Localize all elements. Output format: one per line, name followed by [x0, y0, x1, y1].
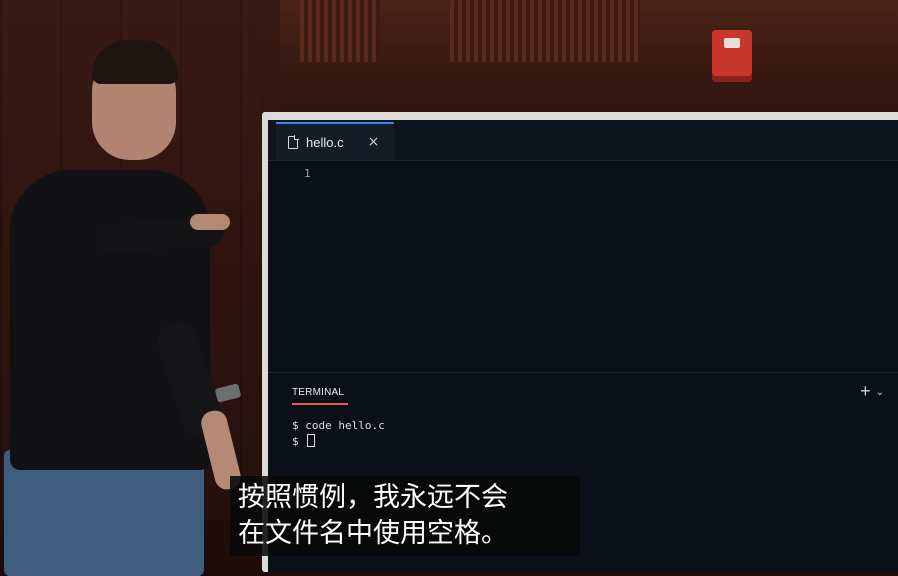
terminal-actions: + ⌄	[860, 381, 884, 402]
active-tab-indicator	[292, 403, 348, 405]
code-editor[interactable]: 1	[268, 161, 898, 371]
editor-tab-bar: hello.c ×	[268, 120, 898, 161]
subtitle-line: 在文件名中使用空格。	[238, 518, 508, 549]
add-terminal-icon[interactable]: +	[860, 381, 871, 401]
terminal-line: $ code hello.c	[292, 419, 385, 432]
line-number: 1	[304, 167, 311, 180]
tab-hello-c[interactable]: hello.c ×	[276, 122, 394, 160]
tab-label: hello.c	[306, 134, 344, 150]
tab-terminal[interactable]: TERMINAL	[292, 387, 344, 398]
watch-icon	[214, 383, 242, 403]
close-icon[interactable]: ×	[368, 134, 380, 150]
terminal-prompt[interactable]: $	[292, 434, 316, 448]
fire-alarm-icon	[712, 30, 752, 82]
wall-vent	[300, 0, 380, 62]
presenter-hand	[190, 214, 230, 230]
subtitle-line: 按照惯例，我永远不会	[238, 482, 508, 513]
terminal-cursor	[307, 434, 316, 447]
file-icon	[288, 134, 299, 149]
presenter-torso	[10, 170, 210, 470]
wall-vent	[450, 0, 640, 62]
subtitle-caption: 按照惯例，我永远不会 在文件名中使用空格。	[230, 476, 580, 556]
presenter-hair	[92, 40, 178, 84]
chevron-down-icon[interactable]: ⌄	[876, 387, 884, 398]
